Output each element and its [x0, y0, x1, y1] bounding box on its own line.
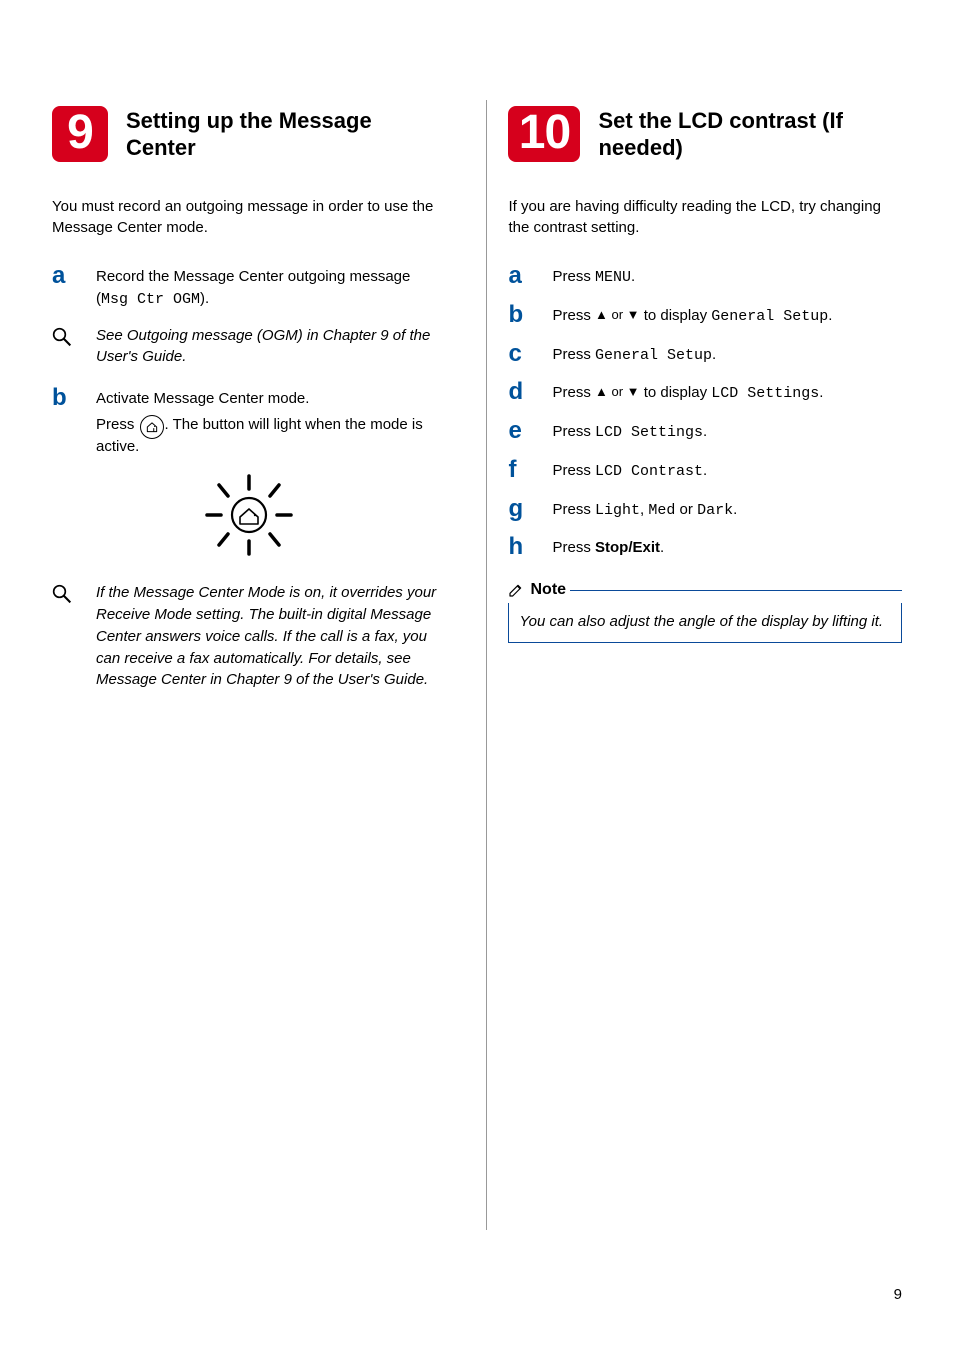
mono: LCD Settings: [595, 424, 703, 441]
step-a-body: Press MENU.: [552, 264, 902, 289]
mono1: Light: [595, 502, 640, 519]
ref-body-1: See Outgoing message (OGM) in Chapter 9 …: [96, 325, 446, 369]
pre: Press: [552, 307, 595, 324]
column-divider: [486, 100, 487, 1230]
bold: Stop/Exit: [595, 539, 660, 556]
step-letter-g: g: [508, 497, 552, 522]
post: .: [660, 539, 664, 556]
step-a-body: Record the Message Center outgoing messa…: [96, 264, 446, 311]
step-h-body: Press Stop/Exit.: [552, 535, 902, 559]
step-a-post: ).: [200, 290, 209, 307]
note-box: Note You can also adjust the angle of th…: [508, 581, 902, 643]
page-number: 9: [894, 1286, 902, 1303]
flashing-button-illustration: [52, 473, 446, 558]
page: 9 Setting up the Message Center You must…: [0, 0, 954, 1351]
step-letter-f: f: [508, 458, 552, 483]
note-rule: [570, 590, 902, 591]
step-a-left: a Record the Message Center outgoing mes…: [52, 264, 446, 311]
post: .: [703, 423, 707, 440]
step-letter-a: a: [508, 264, 552, 289]
section-title-10: Set the LCD contrast (If needed): [598, 107, 902, 162]
sep2: or: [675, 501, 697, 518]
pre: Press: [552, 462, 595, 479]
step-f-right: f Press LCD Contrast.: [508, 458, 902, 483]
step-letter-e: e: [508, 419, 552, 444]
magnifier-icon: [52, 582, 96, 691]
pre: Press: [552, 501, 595, 518]
post: .: [819, 384, 823, 401]
mono3: Dark: [697, 502, 733, 519]
step-letter-a: a: [52, 264, 96, 311]
ref-row-1: See Outgoing message (OGM) in Chapter 9 …: [52, 325, 446, 369]
mid: to display: [640, 307, 712, 324]
step-c-right: c Press General Setup.: [508, 342, 902, 367]
step-b-pre: Press: [96, 416, 139, 433]
intro-left: You must record an outgoing message in o…: [52, 196, 446, 238]
step-e-right: e Press LCD Settings.: [508, 419, 902, 444]
ref-row-2: If the Message Center Mode is on, it ove…: [52, 582, 446, 691]
ref-body-2: If the Message Center Mode is on, it ove…: [96, 582, 446, 691]
step-letter-b: b: [52, 386, 96, 457]
pencil-icon: [508, 582, 524, 598]
mono: LCD Contrast: [595, 463, 703, 480]
step-g-body: Press Light, Med or Dark.: [552, 497, 902, 522]
step-g-right: g Press Light, Med or Dark.: [508, 497, 902, 522]
step-letter-b: b: [508, 303, 552, 328]
post: .: [631, 268, 635, 285]
pre: Press: [552, 346, 595, 363]
columns: 9 Setting up the Message Center You must…: [52, 100, 902, 1230]
step-e-body: Press LCD Settings.: [552, 419, 902, 444]
mono: LCD Settings: [711, 385, 819, 402]
message-center-button-icon: [140, 415, 164, 439]
step-h-right: h Press Stop/Exit.: [508, 535, 902, 559]
pre: Press: [552, 539, 595, 556]
arrows: ▲ or ▼: [595, 307, 640, 322]
post: .: [712, 346, 716, 363]
step-f-body: Press LCD Contrast.: [552, 458, 902, 483]
note-label: Note: [530, 581, 566, 599]
step-c-body: Press General Setup.: [552, 342, 902, 367]
arrows: ▲ or ▼: [595, 384, 640, 399]
step-letter-h: h: [508, 535, 552, 559]
step-b-body: Activate Message Center mode. Press . Th…: [96, 386, 446, 457]
intro-right: If you are having difficulty reading the…: [508, 196, 902, 238]
step-d-body: Press ▲ or ▼ to display LCD Settings.: [552, 380, 902, 405]
step-letter-c: c: [508, 342, 552, 367]
mid: to display: [640, 384, 712, 401]
post: .: [828, 307, 832, 324]
section-header-9: 9 Setting up the Message Center: [52, 100, 446, 168]
pre: Press: [552, 384, 595, 401]
badge-10: 10: [508, 106, 580, 162]
post: .: [733, 501, 737, 518]
step-a-right: a Press MENU.: [508, 264, 902, 289]
section-header-10: 10 Set the LCD contrast (If needed): [508, 100, 902, 168]
post: .: [703, 462, 707, 479]
mono2: Med: [648, 502, 675, 519]
step-d-right: d Press ▲ or ▼ to display LCD Settings.: [508, 380, 902, 405]
step-b-left: b Activate Message Center mode. Press . …: [52, 386, 446, 457]
step-b-body: Press ▲ or ▼ to display General Setup.: [552, 303, 902, 328]
note-body: You can also adjust the angle of the dis…: [508, 603, 902, 643]
mono: General Setup: [595, 347, 712, 364]
pre: Press: [552, 268, 595, 285]
right-column: 10 Set the LCD contrast (If needed) If y…: [508, 100, 902, 1230]
magnifier-icon: [52, 325, 96, 369]
section-title-9: Setting up the Message Center: [126, 107, 446, 162]
left-column: 9 Setting up the Message Center You must…: [52, 100, 446, 1230]
mono: MENU: [595, 269, 631, 286]
badge-9: 9: [52, 106, 108, 162]
pre: Press: [552, 423, 595, 440]
step-b-line1: Activate Message Center mode.: [96, 390, 309, 407]
step-b-right: b Press ▲ or ▼ to display General Setup.: [508, 303, 902, 328]
mono: General Setup: [711, 308, 828, 325]
step-letter-d: d: [508, 380, 552, 405]
step-a-mono: Msg Ctr OGM: [101, 291, 200, 308]
